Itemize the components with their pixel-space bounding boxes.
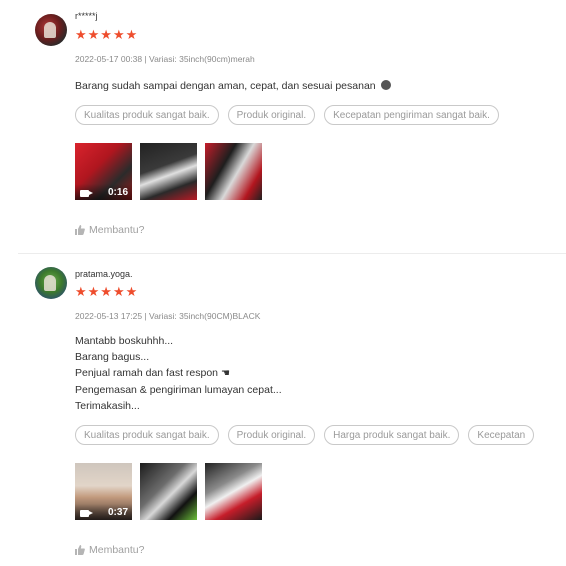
video-camera-icon — [80, 190, 93, 197]
divider — [18, 253, 566, 254]
review-tag: Produk original. — [227, 425, 316, 445]
review-tag: Harga produk sangat baik. — [324, 425, 460, 445]
review-video-thumbnail[interactable]: 0:37 — [75, 463, 132, 520]
pointing-hand-icon: ☚ — [220, 368, 230, 379]
helpful-label: Membantu? — [89, 224, 145, 236]
helpful-button[interactable]: Membantu? — [75, 544, 144, 556]
review-meta: 2022-05-17 00:38 | Variasi: 35inch(90cm)… — [75, 54, 255, 64]
review-image-thumbnail[interactable] — [140, 143, 197, 200]
review-tag: Kualitas produk sangat baik. — [75, 425, 219, 445]
comment-line: Barang bagus... — [75, 351, 150, 363]
comment-line: Penjual ramah dan fast respon — [75, 367, 219, 379]
thumbs-up-icon — [75, 225, 85, 235]
review-tag: Kecepatan — [468, 425, 535, 445]
comment-line: Terimakasih... — [75, 400, 140, 412]
username[interactable]: pratama.yoga. — [75, 269, 133, 279]
review-comment: Mantabb boskuhhh... Barang bagus... Penj… — [75, 333, 282, 414]
comment-line: Barang sudah sampai dengan aman, cepat, … — [75, 80, 376, 92]
review-video-thumbnail[interactable]: 0:16 — [75, 143, 132, 200]
avatar[interactable] — [35, 267, 67, 299]
review-comment: Barang sudah sampai dengan aman, cepat, … — [75, 78, 391, 94]
review-tag: Kualitas produk sangat baik. — [75, 105, 219, 125]
review-tag: Produk original. — [227, 105, 316, 125]
helpful-button[interactable]: Membantu? — [75, 224, 144, 236]
helpful-label: Membantu? — [89, 544, 145, 556]
thumbs-up-icon — [75, 545, 85, 555]
comment-line: Mantabb boskuhhh... — [75, 335, 174, 347]
star-rating: ★★★★★ — [75, 27, 139, 42]
video-duration: 0:16 — [107, 187, 128, 198]
review-meta: 2022-05-13 17:25 | Variasi: 35inch(90CM)… — [75, 311, 261, 321]
review-tag: Kecepatan pengiriman sangat baik. — [324, 105, 499, 125]
comment-line: Pengemasan & pengiriman lumayan cepat... — [75, 384, 282, 396]
review-image-thumbnail[interactable] — [205, 463, 262, 520]
username[interactable]: r*****j — [75, 11, 98, 21]
emoji-icon — [380, 80, 391, 90]
video-duration: 0:37 — [107, 507, 128, 518]
star-rating: ★★★★★ — [75, 284, 139, 299]
review-tags: Kualitas produk sangat baik. Produk orig… — [75, 105, 499, 125]
review-image-thumbnail[interactable] — [205, 143, 262, 200]
review-media: 0:16 — [75, 143, 262, 200]
video-camera-icon — [80, 510, 93, 517]
avatar[interactable] — [35, 14, 67, 46]
review-media: 0:37 — [75, 463, 262, 520]
review-tags: Kualitas produk sangat baik. Produk orig… — [75, 425, 535, 445]
review-image-thumbnail[interactable] — [140, 463, 197, 520]
